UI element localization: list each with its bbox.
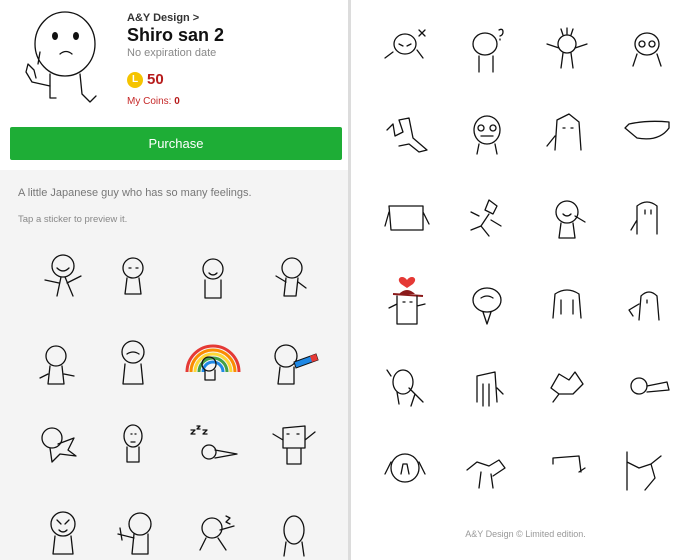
sticker-thumbnail[interactable] bbox=[619, 442, 675, 498]
preview-hint: Tap a sticker to preview it. bbox=[18, 214, 128, 225]
sticker-thumbnail[interactable] bbox=[379, 442, 435, 498]
sticker-thumbnail[interactable] bbox=[459, 442, 515, 498]
sticker-thumbnail[interactable] bbox=[105, 250, 161, 306]
rainbow-sticker[interactable] bbox=[185, 336, 241, 392]
sticker-thumbnail[interactable] bbox=[619, 22, 675, 78]
sticker-thumbnail[interactable] bbox=[459, 190, 515, 246]
sticker-thumbnail[interactable] bbox=[105, 336, 161, 392]
sticker-thumbnail[interactable] bbox=[379, 190, 435, 246]
copyright-footer: A&Y Design © Limited edition. bbox=[465, 529, 586, 539]
sticker-description: A little Japanese guy who has so many fe… bbox=[18, 187, 252, 199]
expiration-text: No expiration date bbox=[127, 47, 217, 59]
my-coins: My Coins: 0 bbox=[127, 96, 180, 107]
sticker-thumbnail[interactable] bbox=[30, 416, 86, 472]
price: 50 bbox=[147, 71, 164, 88]
sticker-thumbnail[interactable] bbox=[539, 274, 595, 330]
purchase-button[interactable]: Purchase bbox=[10, 127, 342, 160]
main-sticker-image bbox=[10, 6, 114, 110]
sticker-thumbnail[interactable] bbox=[459, 106, 515, 162]
sticker-thumbnail[interactable] bbox=[379, 22, 435, 78]
sticker-thumbnail[interactable] bbox=[539, 22, 595, 78]
my-coins-value: 0 bbox=[174, 96, 180, 107]
line-coin-icon: L bbox=[127, 72, 143, 88]
sticker-thumbnail[interactable] bbox=[539, 358, 595, 414]
sticker-thumbnail[interactable] bbox=[30, 338, 86, 394]
product-header: A&Y Design > Shiro san 2 No expiration d… bbox=[0, 0, 348, 120]
sticker-thumbnail[interactable] bbox=[619, 106, 675, 162]
sleeping-sticker[interactable] bbox=[185, 420, 241, 476]
my-coins-label: My Coins: bbox=[127, 96, 172, 107]
sticker-thumbnail[interactable] bbox=[265, 418, 321, 474]
sticker-thumbnail[interactable] bbox=[266, 506, 322, 560]
sticker-thumbnail[interactable] bbox=[105, 418, 161, 474]
sticker-thumbnail[interactable] bbox=[185, 252, 241, 308]
sticker-thumbnail[interactable] bbox=[459, 358, 515, 414]
sticker-thumbnail[interactable] bbox=[539, 442, 595, 498]
sticker-thumbnail[interactable] bbox=[379, 358, 435, 414]
sticker-thumbnail[interactable] bbox=[379, 106, 435, 162]
sticker-thumbnail[interactable] bbox=[264, 336, 320, 392]
sticker-thumbnail[interactable] bbox=[186, 504, 242, 560]
sticker-thumbnail[interactable] bbox=[108, 504, 164, 560]
sticker-thumbnail[interactable] bbox=[262, 252, 318, 308]
creator-link[interactable]: A&Y Design > bbox=[127, 12, 199, 24]
sticker-grid-panel: A&Y Design © Limited edition. bbox=[351, 0, 700, 560]
sticker-thumbnail[interactable] bbox=[619, 190, 675, 246]
sticker-detail-panel: A&Y Design > Shiro san 2 No expiration d… bbox=[0, 0, 348, 560]
sticker-set-title: Shiro san 2 bbox=[127, 25, 225, 45]
sticker-thumbnail[interactable] bbox=[539, 190, 595, 246]
sticker-thumbnail[interactable] bbox=[619, 358, 675, 414]
sticker-thumbnail[interactable] bbox=[619, 274, 675, 330]
sticker-thumbnail[interactable] bbox=[459, 22, 515, 78]
sticker-thumbnail[interactable] bbox=[35, 504, 91, 560]
sticker-thumbnail[interactable] bbox=[459, 274, 515, 330]
heart-sticker[interactable] bbox=[379, 274, 435, 330]
sticker-thumbnail[interactable] bbox=[35, 250, 91, 306]
sticker-thumbnail[interactable] bbox=[539, 106, 595, 162]
